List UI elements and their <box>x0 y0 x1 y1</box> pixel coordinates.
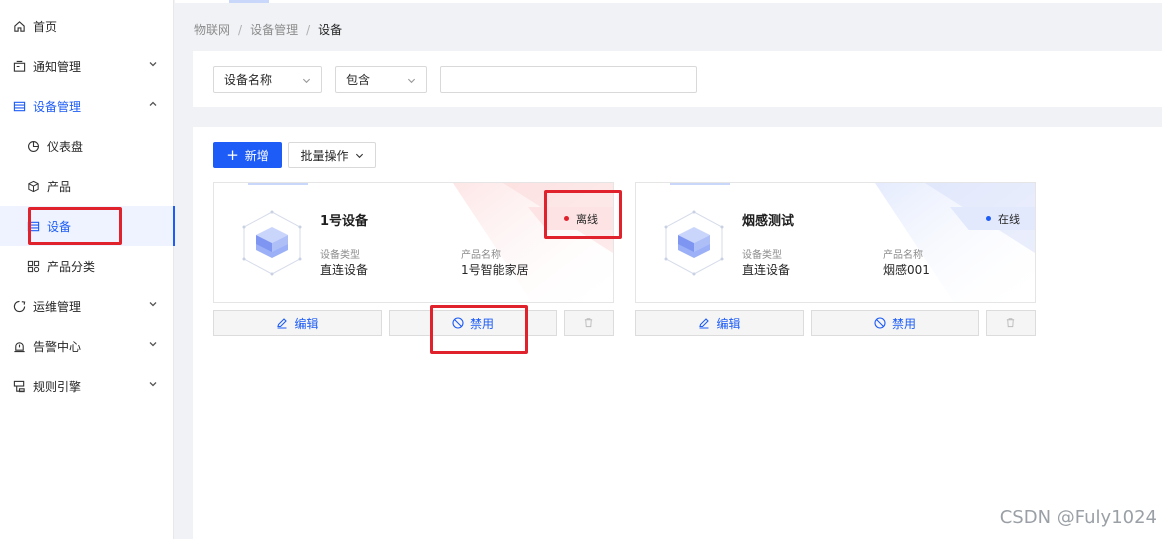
delete-button[interactable] <box>986 310 1036 336</box>
active-tab-indicator <box>229 0 269 3</box>
sidebar-item-ops[interactable]: 运维管理 <box>0 286 174 326</box>
filter-panel: 设备名称 包含 <box>193 51 1162 107</box>
edit-label: 编辑 <box>716 316 741 331</box>
card-accent <box>670 183 730 185</box>
sidebar-item-category[interactable]: 产品分类 <box>0 246 174 286</box>
breadcrumb-separator: / <box>306 22 311 37</box>
operator-select[interactable]: 包含 <box>335 66 427 93</box>
disable-label: 禁用 <box>891 316 916 331</box>
device-image <box>664 210 724 276</box>
home-icon <box>12 19 26 33</box>
device-manage-icon <box>12 99 26 113</box>
card-background-decoration <box>453 183 613 302</box>
chevron-up-icon <box>148 99 158 109</box>
edit-label: 编辑 <box>294 316 319 331</box>
add-device-label: 新增 <box>244 148 269 163</box>
edit-icon <box>276 317 288 329</box>
sidebar-item-label: 产品分类 <box>47 259 96 274</box>
disable-icon <box>452 317 464 329</box>
sidebar-item-rule-engine[interactable]: 规则引擎 <box>0 366 174 406</box>
sidebar-item-dashboard[interactable]: 仪表盘 <box>0 126 174 166</box>
disable-button[interactable]: 禁用 <box>389 310 557 336</box>
sidebar-item-device[interactable]: 设备 <box>0 206 175 246</box>
breadcrumb-item-iot[interactable]: 物联网 <box>194 21 230 38</box>
device-name: 烟感测试 <box>742 214 795 229</box>
sidebar-item-label: 设备 <box>47 219 72 234</box>
breadcrumb-separator: / <box>238 22 243 37</box>
ops-icon <box>12 299 26 313</box>
chevron-down-icon <box>302 76 311 85</box>
product-name-label: 产品名称 <box>883 250 923 261</box>
field-select[interactable]: 设备名称 <box>213 66 322 93</box>
status-dot <box>986 216 991 221</box>
category-icon <box>26 259 40 273</box>
device-type-value: 直连设备 <box>742 263 791 277</box>
breadcrumb-item-device-manage[interactable]: 设备管理 <box>250 21 298 38</box>
product-name-label: 产品名称 <box>461 250 501 261</box>
device-list-icon <box>26 219 40 233</box>
status-text: 离线 <box>576 212 598 226</box>
sidebar-item-label: 运维管理 <box>33 299 82 314</box>
device-name: 1号设备 <box>320 214 369 229</box>
sidebar-item-label: 告警中心 <box>33 339 82 354</box>
sidebar-item-product[interactable]: 产品 <box>0 166 174 206</box>
sidebar-item-home[interactable]: 首页 <box>0 6 174 46</box>
trash-icon <box>583 317 595 329</box>
plus-icon: + <box>226 145 239 164</box>
rule-engine-icon <box>12 379 26 393</box>
filter-value-input[interactable] <box>440 66 697 93</box>
sidebar-item-label: 设备管理 <box>33 99 82 114</box>
breadcrumb: 物联网 / 设备管理 / 设备 <box>194 21 342 38</box>
product-name-value: 1号智能家居 <box>461 263 529 277</box>
top-tab-bar <box>175 0 1162 3</box>
disable-icon <box>874 317 886 329</box>
field-select-value: 设备名称 <box>224 73 273 87</box>
product-name-value: 烟感001 <box>883 263 930 277</box>
edit-button[interactable]: 编辑 <box>213 310 382 336</box>
sidebar-item-device-manage[interactable]: 设备管理 <box>0 86 174 126</box>
disable-button[interactable]: 禁用 <box>811 310 979 336</box>
device-list-panel: + 新增 批量操作 1号设备 离线 设备类型 直连设备 产品名称 1号智能家居 … <box>193 127 1162 539</box>
device-image <box>242 210 302 276</box>
sidebar: 首页 通知管理 设备管理 仪表盘 产品 设备 产品分类 运维管理 告警中心 规则… <box>0 0 175 539</box>
device-card[interactable]: 烟感测试 在线 设备类型 直连设备 产品名称 烟感001 <box>635 182 1036 303</box>
chevron-down-icon <box>148 299 158 309</box>
device-card[interactable]: 1号设备 离线 设备类型 直连设备 产品名称 1号智能家居 <box>213 182 614 303</box>
trash-icon <box>1005 317 1017 329</box>
sidebar-item-label: 通知管理 <box>33 59 82 74</box>
main-content: 物联网 / 设备管理 / 设备 设备名称 包含 + 新增 批量操作 1号设备 离… <box>175 0 1162 539</box>
watermark: CSDN @Fuly1024 <box>999 507 1157 528</box>
device-type-label: 设备类型 <box>742 250 782 261</box>
edit-icon <box>698 317 710 329</box>
chevron-down-icon <box>148 59 158 69</box>
batch-operation-label: 批量操作 <box>300 148 349 163</box>
card-accent <box>248 183 308 185</box>
chevron-down-icon <box>148 379 158 389</box>
notification-icon <box>12 59 26 73</box>
edit-button[interactable]: 编辑 <box>635 310 804 336</box>
sidebar-item-label: 首页 <box>33 19 58 34</box>
dashboard-icon <box>26 139 40 153</box>
device-type-label: 设备类型 <box>320 250 360 261</box>
status-text: 在线 <box>998 212 1020 226</box>
breadcrumb-item-device: 设备 <box>318 23 343 37</box>
device-type-value: 直连设备 <box>320 263 369 277</box>
sidebar-item-alarm[interactable]: 告警中心 <box>0 326 174 366</box>
batch-operation-button[interactable]: 批量操作 <box>288 142 376 168</box>
sidebar-item-label: 规则引擎 <box>33 379 82 394</box>
disable-label: 禁用 <box>469 316 494 331</box>
chevron-down-icon <box>148 339 158 349</box>
sidebar-item-label: 产品 <box>47 179 72 194</box>
sidebar-item-label: 仪表盘 <box>47 139 84 154</box>
card-background-decoration <box>875 183 1035 302</box>
product-cube-icon <box>26 179 40 193</box>
status-dot <box>564 216 569 221</box>
chevron-down-icon <box>407 76 416 85</box>
alarm-icon <box>12 339 26 353</box>
operator-select-value: 包含 <box>346 73 371 87</box>
delete-button[interactable] <box>564 310 614 336</box>
add-device-button[interactable]: + 新增 <box>213 142 282 168</box>
chevron-down-icon <box>355 151 364 160</box>
sidebar-item-notification[interactable]: 通知管理 <box>0 46 174 86</box>
